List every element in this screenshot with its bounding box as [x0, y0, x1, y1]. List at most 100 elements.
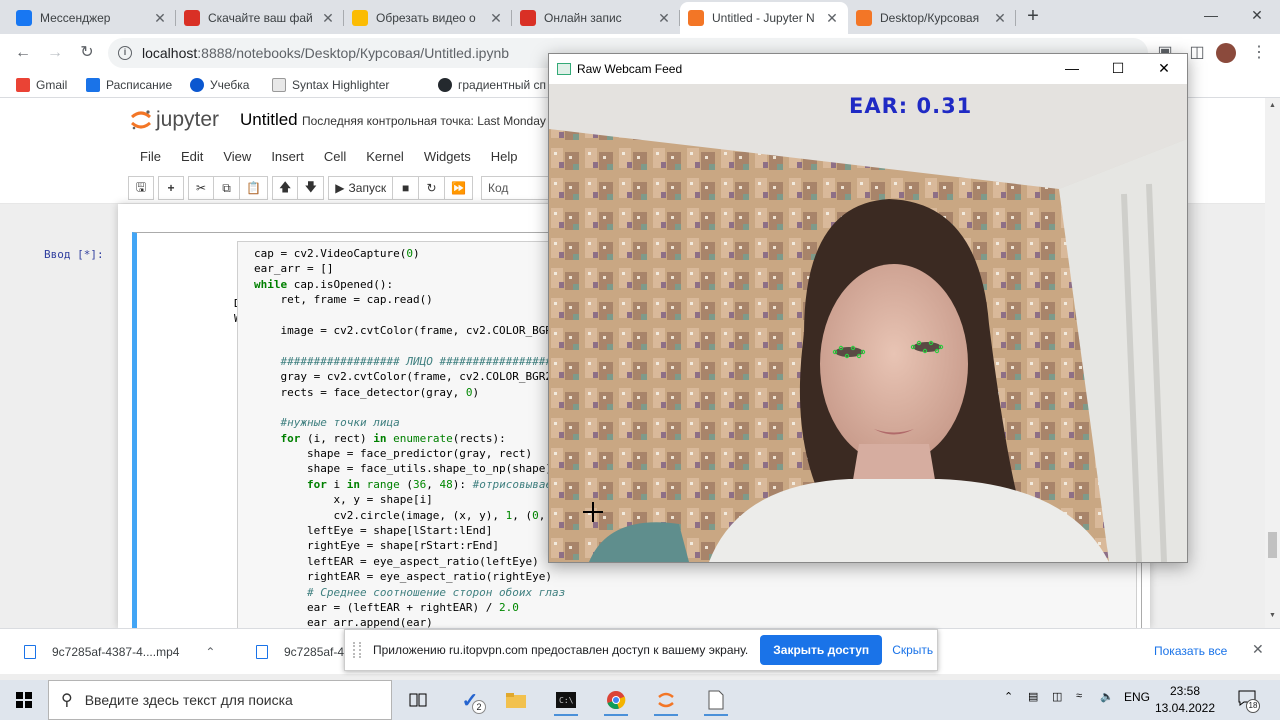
- document-app-icon[interactable]: [698, 684, 734, 716]
- hide-notice-button[interactable]: Скрыть: [892, 643, 933, 657]
- close-downloads-icon[interactable]: ✕: [1252, 641, 1264, 658]
- search-icon: ⚲: [61, 692, 73, 709]
- notebook-title[interactable]: Untitled: [240, 110, 298, 130]
- browser-tab[interactable]: Мессенджер ✕: [8, 2, 176, 34]
- browser-menu-icon[interactable]: ⋮: [1248, 42, 1270, 64]
- bookmark-schedule[interactable]: Расписание: [86, 76, 172, 94]
- download-item[interactable]: 9c7285af-4: [256, 641, 344, 663]
- network-icon[interactable]: ◫: [1052, 690, 1062, 703]
- menu-file[interactable]: File: [130, 144, 171, 170]
- webcam-app-icon: [557, 63, 571, 75]
- browser-tab[interactable]: Скачайте ваш фай ✕: [176, 2, 344, 34]
- page-scrollbar[interactable]: ▲ ▼: [1265, 98, 1280, 628]
- taskbar-clock[interactable]: 23:58 13.04.2022: [1150, 683, 1220, 717]
- close-tab-icon[interactable]: ✕: [320, 10, 336, 27]
- todo-app-icon[interactable]: ✓ 2: [452, 684, 488, 716]
- terminal-app-icon[interactable]: C:\: [548, 684, 584, 716]
- tray-app-icon[interactable]: ▤: [1028, 690, 1038, 703]
- menu-cell[interactable]: Cell: [314, 144, 356, 170]
- bookmark-gmail[interactable]: Gmail: [16, 76, 67, 94]
- tab-favicon-icon: [352, 10, 368, 26]
- copy-icon[interactable]: ⧉: [214, 176, 240, 200]
- volume-icon[interactable]: 🔈: [1100, 690, 1114, 703]
- stop-sharing-button[interactable]: Закрыть доступ: [760, 635, 883, 665]
- close-tab-icon[interactable]: ✕: [992, 10, 1008, 27]
- jupyter-logo[interactable]: jupyter: [130, 108, 219, 132]
- insert-cell-icon[interactable]: +: [158, 176, 184, 200]
- forward-icon[interactable]: →: [44, 42, 66, 64]
- notifications-icon[interactable]: 18: [1236, 688, 1260, 713]
- tab-title: Обрезать видео о: [376, 11, 476, 25]
- task-view-icon[interactable]: [400, 684, 436, 716]
- wifi-icon[interactable]: ≈: [1076, 690, 1082, 702]
- browser-tab[interactable]: Desktop/Курсовая ✕: [848, 2, 1016, 34]
- browser-tab-strip: Мессенджер ✕ Скачайте ваш фай ✕ Обрезать вид…: [0, 0, 1280, 34]
- browser-tab[interactable]: Обрезать видео о ✕: [344, 2, 512, 34]
- start-button[interactable]: [0, 680, 48, 720]
- language-indicator[interactable]: ENG: [1124, 690, 1150, 704]
- stop-icon[interactable]: ■: [393, 176, 420, 200]
- side-panel-icon[interactable]: ◫: [1186, 42, 1208, 64]
- back-icon[interactable]: ←: [12, 42, 34, 64]
- code-line: ear = (leftEAR + rightEAR) / 2.0: [254, 600, 519, 614]
- video-file-icon: [256, 645, 268, 659]
- close-tab-icon[interactable]: ✕: [488, 10, 504, 27]
- show-all-downloads-link[interactable]: Показать все: [1154, 644, 1227, 658]
- browser-tab[interactable]: Untitled - Jupyter N ✕: [680, 2, 848, 34]
- close-tab-icon[interactable]: ✕: [656, 10, 672, 27]
- tab-favicon-icon: [16, 10, 32, 26]
- menu-widgets[interactable]: Widgets: [414, 144, 481, 170]
- cut-icon[interactable]: ✂: [188, 176, 214, 200]
- webcam-maximize-button[interactable]: ☐: [1095, 54, 1141, 84]
- chevron-up-icon[interactable]: ⌃: [205, 645, 215, 659]
- bookmark-github[interactable]: градиентный сп: [438, 76, 546, 94]
- close-tab-icon[interactable]: ✕: [152, 10, 168, 27]
- restart-run-all-icon[interactable]: ⏩: [445, 176, 474, 200]
- drag-handle-icon[interactable]: [353, 642, 361, 658]
- code-line: # Среднее соотношение сторон обоих глаз: [306, 585, 566, 599]
- url-host: localhost: [142, 45, 198, 61]
- site-info-icon[interactable]: i: [118, 46, 132, 60]
- menu-kernel[interactable]: Kernel: [356, 144, 414, 170]
- profile-avatar[interactable]: [1216, 43, 1236, 63]
- webcam-minimize-button[interactable]: —: [1049, 54, 1095, 84]
- calendar-icon: [86, 78, 100, 92]
- tab-title: Мессенджер: [40, 11, 111, 25]
- run-button[interactable]: ▶ Запуск: [328, 176, 394, 200]
- move-up-icon[interactable]: 🡅: [271, 176, 299, 200]
- webcam-window[interactable]: Raw Webcam Feed — ☐ ✕ EAR: 0.31: [548, 53, 1188, 563]
- close-browser-button[interactable]: ✕: [1234, 0, 1280, 32]
- move-down-icon[interactable]: 🡇: [298, 176, 325, 200]
- download-item[interactable]: 9c7285af-4387-4....mp4 ⌃: [24, 641, 215, 663]
- bookmark-studies[interactable]: Учебка: [190, 76, 249, 94]
- minimize-browser-button[interactable]: —: [1188, 0, 1234, 32]
- notebook-toolbar: 🖫 + ✂ ⧉ 📋 🡅 🡇 ▶ Запуск ■ ↻ ⏩ Код: [128, 174, 562, 202]
- scroll-up-icon[interactable]: ▲: [1269, 102, 1276, 109]
- webcam-close-button[interactable]: ✕: [1141, 54, 1187, 84]
- file-explorer-icon[interactable]: [498, 684, 534, 716]
- menu-help[interactable]: Help: [481, 144, 528, 170]
- save-icon[interactable]: 🖫: [128, 176, 154, 200]
- close-tab-icon[interactable]: ✕: [824, 10, 840, 27]
- scrollbar-thumb[interactable]: [1268, 532, 1277, 558]
- menu-view[interactable]: View: [213, 144, 261, 170]
- jupyter-app-icon[interactable]: [648, 684, 684, 716]
- cell-prompt: Ввод [*]:: [44, 248, 104, 261]
- chrome-app-icon[interactable]: [598, 684, 634, 716]
- tab-title: Untitled - Jupyter N: [712, 11, 815, 25]
- windows-taskbar: ⚲ Введите здесь текст для поиска ✓ 2 C:\…: [0, 680, 1280, 720]
- bookmark-syntax-highlighter[interactable]: Syntax Highlighter: [272, 76, 389, 94]
- new-tab-button[interactable]: +: [1022, 6, 1044, 28]
- reload-icon[interactable]: ↻: [76, 42, 98, 64]
- code-line: ear_arr.append(ear): [254, 616, 433, 628]
- scroll-down-icon[interactable]: ▼: [1269, 612, 1276, 619]
- menu-insert[interactable]: Insert: [261, 144, 314, 170]
- restart-icon[interactable]: ↻: [419, 176, 446, 200]
- paste-icon[interactable]: 📋: [240, 176, 268, 200]
- browser-tab[interactable]: Онлайн запис ✕: [512, 2, 680, 34]
- taskbar-search-box[interactable]: ⚲ Введите здесь текст для поиска: [48, 680, 392, 720]
- page-icon: [272, 78, 286, 92]
- tray-expand-icon[interactable]: ⌃: [1004, 690, 1013, 703]
- menu-edit[interactable]: Edit: [171, 144, 213, 170]
- run-icon: ▶: [335, 181, 345, 195]
